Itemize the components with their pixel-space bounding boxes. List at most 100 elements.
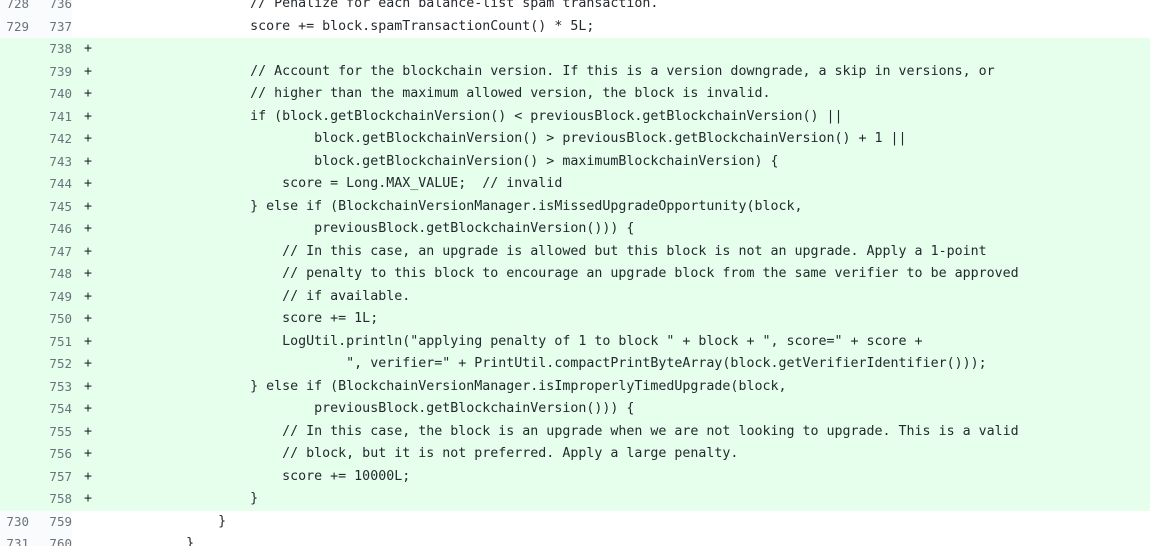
code-text: } xyxy=(90,491,259,506)
diff-marker xyxy=(72,510,90,533)
diff-line: 746 + previousBlock.getBlockchainVersion… xyxy=(0,218,1150,241)
diff-marker: + xyxy=(72,330,92,353)
diff-line: 742 + block.getBlockchainVersion() > pre… xyxy=(0,128,1150,151)
diff-line: 729 737 score += block.spamTransactionCo… xyxy=(0,15,1150,38)
diff-line: 758 + } xyxy=(0,488,1150,511)
old-line-number[interactable] xyxy=(0,353,29,376)
code-text: // penalty to this block to encourage an… xyxy=(90,266,1019,281)
old-line-number[interactable] xyxy=(0,195,29,218)
new-line-number[interactable]: 745 xyxy=(29,195,72,218)
code-text: // block, but it is not preferred. Apply… xyxy=(90,446,739,461)
old-line-number[interactable] xyxy=(0,218,29,241)
old-line-number[interactable] xyxy=(0,128,29,151)
diff-line: 750 + score += 1L; xyxy=(0,308,1150,331)
diff-marker: + xyxy=(72,105,92,128)
new-line-number[interactable]: 754 xyxy=(29,398,72,421)
diff-marker: + xyxy=(72,398,92,421)
code-text: previousBlock.getBlockchainVersion())) { xyxy=(90,401,635,416)
diff-line: 740 + // higher than the maximum allowed… xyxy=(0,83,1150,106)
new-line-number[interactable]: 738 xyxy=(29,38,72,61)
code-text: score += 10000L; xyxy=(90,468,411,484)
old-line-number[interactable] xyxy=(0,263,29,286)
code-text: } else if (BlockchainVersionManager.isIm… xyxy=(90,378,787,394)
new-line-number[interactable]: 749 xyxy=(29,285,72,308)
old-line-number[interactable] xyxy=(0,375,29,398)
new-line-number[interactable]: 743 xyxy=(29,150,72,173)
old-line-number[interactable] xyxy=(0,443,29,466)
diff-view: 728 736 // Penalize for each balance-lis… xyxy=(0,0,1150,546)
diff-marker: + xyxy=(72,38,92,61)
diff-marker: + xyxy=(72,375,92,398)
old-line-number[interactable] xyxy=(0,465,29,488)
diff-marker: + xyxy=(72,218,92,241)
code-text: } xyxy=(90,533,1150,546)
old-line-number[interactable]: 731 xyxy=(0,533,29,546)
new-line-number[interactable]: 758 xyxy=(29,488,72,511)
diff-lines: 728 736 // Penalize for each balance-lis… xyxy=(0,0,1150,546)
diff-line: 755 + // In this case, the block is an u… xyxy=(0,420,1150,443)
new-line-number[interactable]: 755 xyxy=(29,420,72,443)
new-line-number[interactable]: 751 xyxy=(29,330,72,353)
old-line-number[interactable] xyxy=(0,285,29,308)
new-line-number[interactable]: 740 xyxy=(29,83,72,106)
old-line-number[interactable] xyxy=(0,330,29,353)
new-line-number[interactable]: 752 xyxy=(29,353,72,376)
diff-marker: + xyxy=(72,240,92,263)
new-line-number[interactable]: 739 xyxy=(29,60,72,83)
old-line-number[interactable] xyxy=(0,420,29,443)
old-line-number[interactable] xyxy=(0,83,29,106)
old-line-number[interactable] xyxy=(0,105,29,128)
code-text: // Penalize for each balance-list spam t… xyxy=(90,0,1150,16)
old-line-number[interactable] xyxy=(0,488,29,511)
old-line-number[interactable] xyxy=(0,240,29,263)
new-line-number[interactable]: 746 xyxy=(29,218,72,241)
diff-line: 738 + xyxy=(0,38,1150,61)
code-text: block.getBlockchainVersion() > maximumBl… xyxy=(90,153,779,169)
diff-line: 747 + // In this case, an upgrade is all… xyxy=(0,240,1150,263)
new-line-number[interactable]: 744 xyxy=(29,173,72,196)
new-line-number[interactable]: 753 xyxy=(29,375,72,398)
old-line-number[interactable]: 729 xyxy=(0,15,29,38)
new-line-number[interactable]: 757 xyxy=(29,465,72,488)
old-line-number[interactable] xyxy=(0,38,29,61)
new-line-number[interactable]: 742 xyxy=(29,128,72,151)
new-line-number[interactable]: 756 xyxy=(29,443,72,466)
code-text: LogUtil.println("applying penalty of 1 t… xyxy=(90,333,923,349)
old-line-number[interactable] xyxy=(0,308,29,331)
new-line-number[interactable]: 741 xyxy=(29,105,72,128)
diff-line: 744 + score = Long.MAX_VALUE; // invalid xyxy=(0,173,1150,196)
new-line-number[interactable]: 747 xyxy=(29,240,72,263)
new-line-number[interactable]: 760 xyxy=(29,533,72,546)
new-line-number[interactable]: 759 xyxy=(29,510,72,533)
diff-line: 741 + if (block.getBlockchainVersion() <… xyxy=(0,105,1150,128)
new-line-number[interactable]: 737 xyxy=(29,15,72,38)
old-line-number[interactable]: 728 xyxy=(0,0,29,16)
diff-line: 751 + LogUtil.println("applying penalty … xyxy=(0,330,1150,353)
diff-marker: + xyxy=(72,263,92,286)
new-line-number[interactable]: 736 xyxy=(29,0,72,16)
diff-line: 748 + // penalty to this block to encour… xyxy=(0,263,1150,286)
diff-line: 752 + ", verifier=" + PrintUtil.compactP… xyxy=(0,353,1150,376)
code-text: if (block.getBlockchainVersion() < previ… xyxy=(90,108,843,124)
old-line-number[interactable]: 730 xyxy=(0,510,29,533)
code-text: // In this case, an upgrade is allowed b… xyxy=(90,243,987,259)
code-text: ", verifier=" + PrintUtil.compactPrintBy… xyxy=(90,356,987,371)
code-text: // In this case, the block is an upgrade… xyxy=(90,423,1019,439)
old-line-number[interactable] xyxy=(0,150,29,173)
diff-marker: + xyxy=(72,195,92,218)
diff-line: 728 736 // Penalize for each balance-lis… xyxy=(0,0,1150,16)
old-line-number[interactable] xyxy=(0,60,29,83)
diff-line: 730 759 } xyxy=(0,510,1150,533)
diff-marker: + xyxy=(72,128,92,151)
old-line-number[interactable] xyxy=(0,398,29,421)
diff-line: 749 + // if available. xyxy=(0,285,1150,308)
code-text: // higher than the maximum allowed versi… xyxy=(90,86,771,101)
diff-marker: + xyxy=(72,488,92,511)
new-line-number[interactable]: 750 xyxy=(29,308,72,331)
old-line-number[interactable] xyxy=(0,173,29,196)
diff-line: 756 + // block, but it is not preferred.… xyxy=(0,443,1150,466)
new-line-number[interactable]: 748 xyxy=(29,263,72,286)
diff-marker xyxy=(72,15,90,38)
diff-line: 743 + block.getBlockchainVersion() > max… xyxy=(0,150,1150,173)
